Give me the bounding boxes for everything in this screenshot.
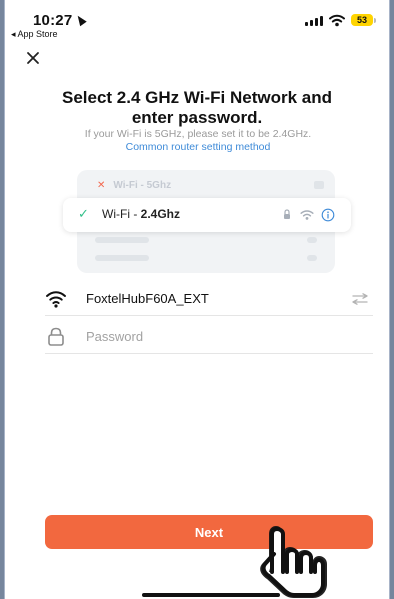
location-arrow-icon (73, 12, 87, 26)
placeholder-bar (307, 255, 317, 261)
password-lock-body (48, 333, 64, 346)
status-bar: 10:27 ◂ App Store 53 (5, 0, 389, 42)
wifi-network-row[interactable]: FoxtelHubF60A_EXT (45, 282, 373, 316)
wifi-band-illustration: ✕ Wi-Fi - 5Ghz ✓ Wi-Fi - 2.4Ghz (63, 170, 351, 273)
unsupported-wifi-row: ✕ Wi-Fi - 5Ghz (97, 180, 171, 191)
home-indicator (142, 593, 280, 597)
signal-bar (310, 20, 313, 26)
wifi-field-arc-inner (52, 300, 60, 304)
lock-icon (48, 327, 64, 346)
system-status-icons: 53 (305, 13, 376, 27)
wifi-field-arc-outer (46, 290, 66, 297)
selected-wifi-band: 2.4Ghz (140, 207, 181, 221)
wifi-field-arc-middle (49, 296, 63, 301)
password-lock-shackle (50, 327, 62, 335)
close-icon (27, 52, 39, 64)
placeholder-bar (95, 255, 149, 261)
page-title: Select 2.4 GHz Wi-Fi Network and enter p… (61, 88, 333, 127)
signal-bar (320, 16, 323, 26)
status-time-text: 10:27 (33, 12, 73, 29)
signal-bar (315, 18, 318, 26)
close-button[interactable] (25, 50, 41, 66)
wifi-icon (46, 290, 66, 308)
cross-icon: ✕ (97, 180, 106, 191)
phone-frame: 10:27 ◂ App Store 53 Select 2.4 GHz Wi-F… (4, 0, 390, 599)
back-to-app-store[interactable]: ◂ App Store (11, 29, 58, 40)
check-icon: ✓ (78, 206, 89, 221)
switch-arrow-top (352, 292, 368, 299)
router-setting-method-link[interactable]: Common router setting method (75, 141, 321, 154)
wifi-network-name: FoxtelHubF60A_EXT (86, 290, 209, 306)
selected-wifi-prefix: Wi-Fi - (102, 207, 141, 221)
selected-wifi-label: Wi-Fi - 2.4Ghz (102, 207, 180, 221)
password-row[interactable] (45, 320, 373, 354)
next-button[interactable]: Next (45, 515, 373, 549)
wifi-status-arc-outer (329, 14, 345, 19)
battery-indicator: 53 (351, 14, 376, 26)
placeholder-bar (95, 237, 149, 243)
lock-icon (284, 209, 290, 219)
info-icon (321, 208, 335, 222)
cellular-signal-icon (305, 14, 323, 26)
switch-network-icon[interactable] (351, 292, 369, 305)
wifi-field-dot (54, 303, 58, 308)
wifi-instruction: If your Wi-Fi is 5GHz, please set it to … (84, 128, 312, 140)
selected-wifi-card: ✓ Wi-Fi - 2.4Ghz (63, 198, 351, 232)
switch-arrow-bottom (352, 298, 368, 305)
wifi-status-arc-middle (331, 18, 343, 22)
app-screen: 10:27 ◂ App Store 53 Select 2.4 GHz Wi-F… (0, 0, 394, 599)
wifi-icon-dot (305, 217, 309, 220)
placeholder-marker (314, 181, 324, 189)
info-icon-dot (327, 211, 329, 213)
placeholder-bar (307, 237, 317, 243)
unsupported-wifi-prefix: Wi-Fi - (113, 180, 147, 191)
wifi-icon-arc-outer (300, 210, 314, 214)
lock-body (284, 214, 290, 219)
status-time: 10:27 (33, 12, 85, 29)
wifi-icon-arc-middle (302, 213, 312, 217)
wifi-status-dot (335, 22, 339, 26)
lock-shackle (284, 209, 290, 214)
unsupported-wifi-band: 5Ghz (146, 180, 172, 191)
wifi-icon (300, 210, 314, 220)
unsupported-wifi-label: Wi-Fi - 5Ghz (113, 180, 171, 191)
wifi-status-icon (329, 14, 345, 26)
signal-bar (305, 22, 308, 26)
password-input[interactable] (86, 326, 326, 347)
